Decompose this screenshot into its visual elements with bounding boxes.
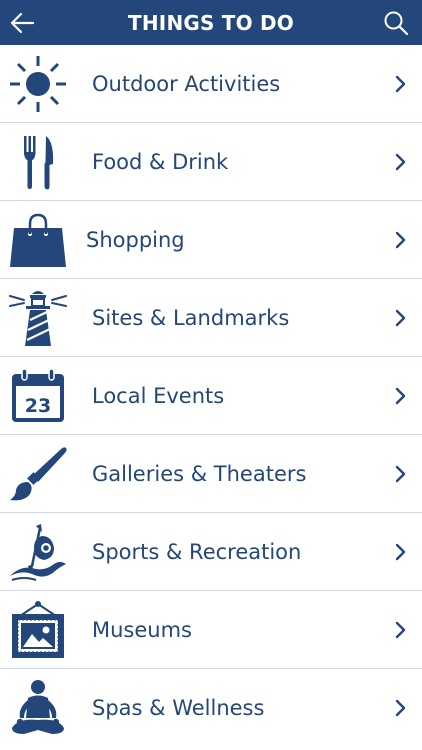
- list-item-label: Museums: [92, 617, 192, 642]
- app-screen: THINGS TO DO Outdoor Activities Food & D…: [0, 0, 422, 750]
- kayak-icon: [7, 521, 69, 583]
- chevron-right-icon: [395, 75, 406, 92]
- list-item-label: Spas & Wellness: [92, 696, 265, 720]
- chevron-right-icon: [395, 621, 406, 638]
- list-item-galleries-theaters[interactable]: Galleries & Theaters: [0, 435, 422, 513]
- sun-icon: [7, 53, 69, 115]
- shopping-bag-icon: [7, 209, 69, 271]
- list-item-label: Sites & Landmarks: [92, 305, 290, 330]
- framed-picture-icon: [7, 599, 69, 661]
- list-item-sites-landmarks[interactable]: Sites & Landmarks: [0, 279, 422, 357]
- lighthouse-icon: [7, 287, 69, 349]
- list-item-label: Shopping: [86, 227, 185, 252]
- paintbrush-icon: [7, 443, 69, 505]
- search-icon: [384, 11, 409, 36]
- chevron-right-icon: [395, 309, 406, 326]
- header-bar: THINGS TO DO: [0, 0, 422, 45]
- fork-knife-icon: [7, 131, 69, 193]
- meditation-icon: [7, 677, 69, 739]
- list-item-food-drink[interactable]: Food & Drink: [0, 123, 422, 201]
- calendar-date-text: 23: [25, 395, 51, 417]
- chevron-right-icon: [395, 465, 406, 482]
- list-item-label: Local Events: [92, 383, 225, 408]
- list-item-spas-wellness[interactable]: Spas & Wellness: [0, 669, 422, 747]
- chevron-right-icon: [395, 231, 406, 248]
- list-item-outdoor-activities[interactable]: Outdoor Activities: [0, 45, 422, 123]
- category-list: Outdoor Activities Food & Drink Shopping…: [0, 45, 422, 747]
- list-item-label: Outdoor Activities: [92, 71, 281, 96]
- list-item-museums[interactable]: Museums: [0, 591, 422, 669]
- list-item-local-events[interactable]: 23 Local Events: [0, 357, 422, 435]
- list-item-shopping[interactable]: Shopping: [0, 201, 422, 279]
- chevron-right-icon: [395, 153, 406, 170]
- page-title: THINGS TO DO: [128, 10, 294, 35]
- chevron-right-icon: [395, 543, 406, 560]
- search-button[interactable]: [382, 9, 410, 37]
- chevron-right-icon: [395, 699, 406, 717]
- calendar-icon: 23: [7, 365, 69, 427]
- list-item-sports-recreation[interactable]: Sports & Recreation: [0, 513, 422, 591]
- list-item-label: Galleries & Theaters: [92, 461, 307, 486]
- back-arrow-icon: [10, 12, 35, 34]
- list-item-label: Food & Drink: [92, 149, 229, 174]
- back-button[interactable]: [8, 9, 36, 37]
- chevron-right-icon: [395, 387, 406, 404]
- list-item-label: Sports & Recreation: [92, 539, 302, 564]
